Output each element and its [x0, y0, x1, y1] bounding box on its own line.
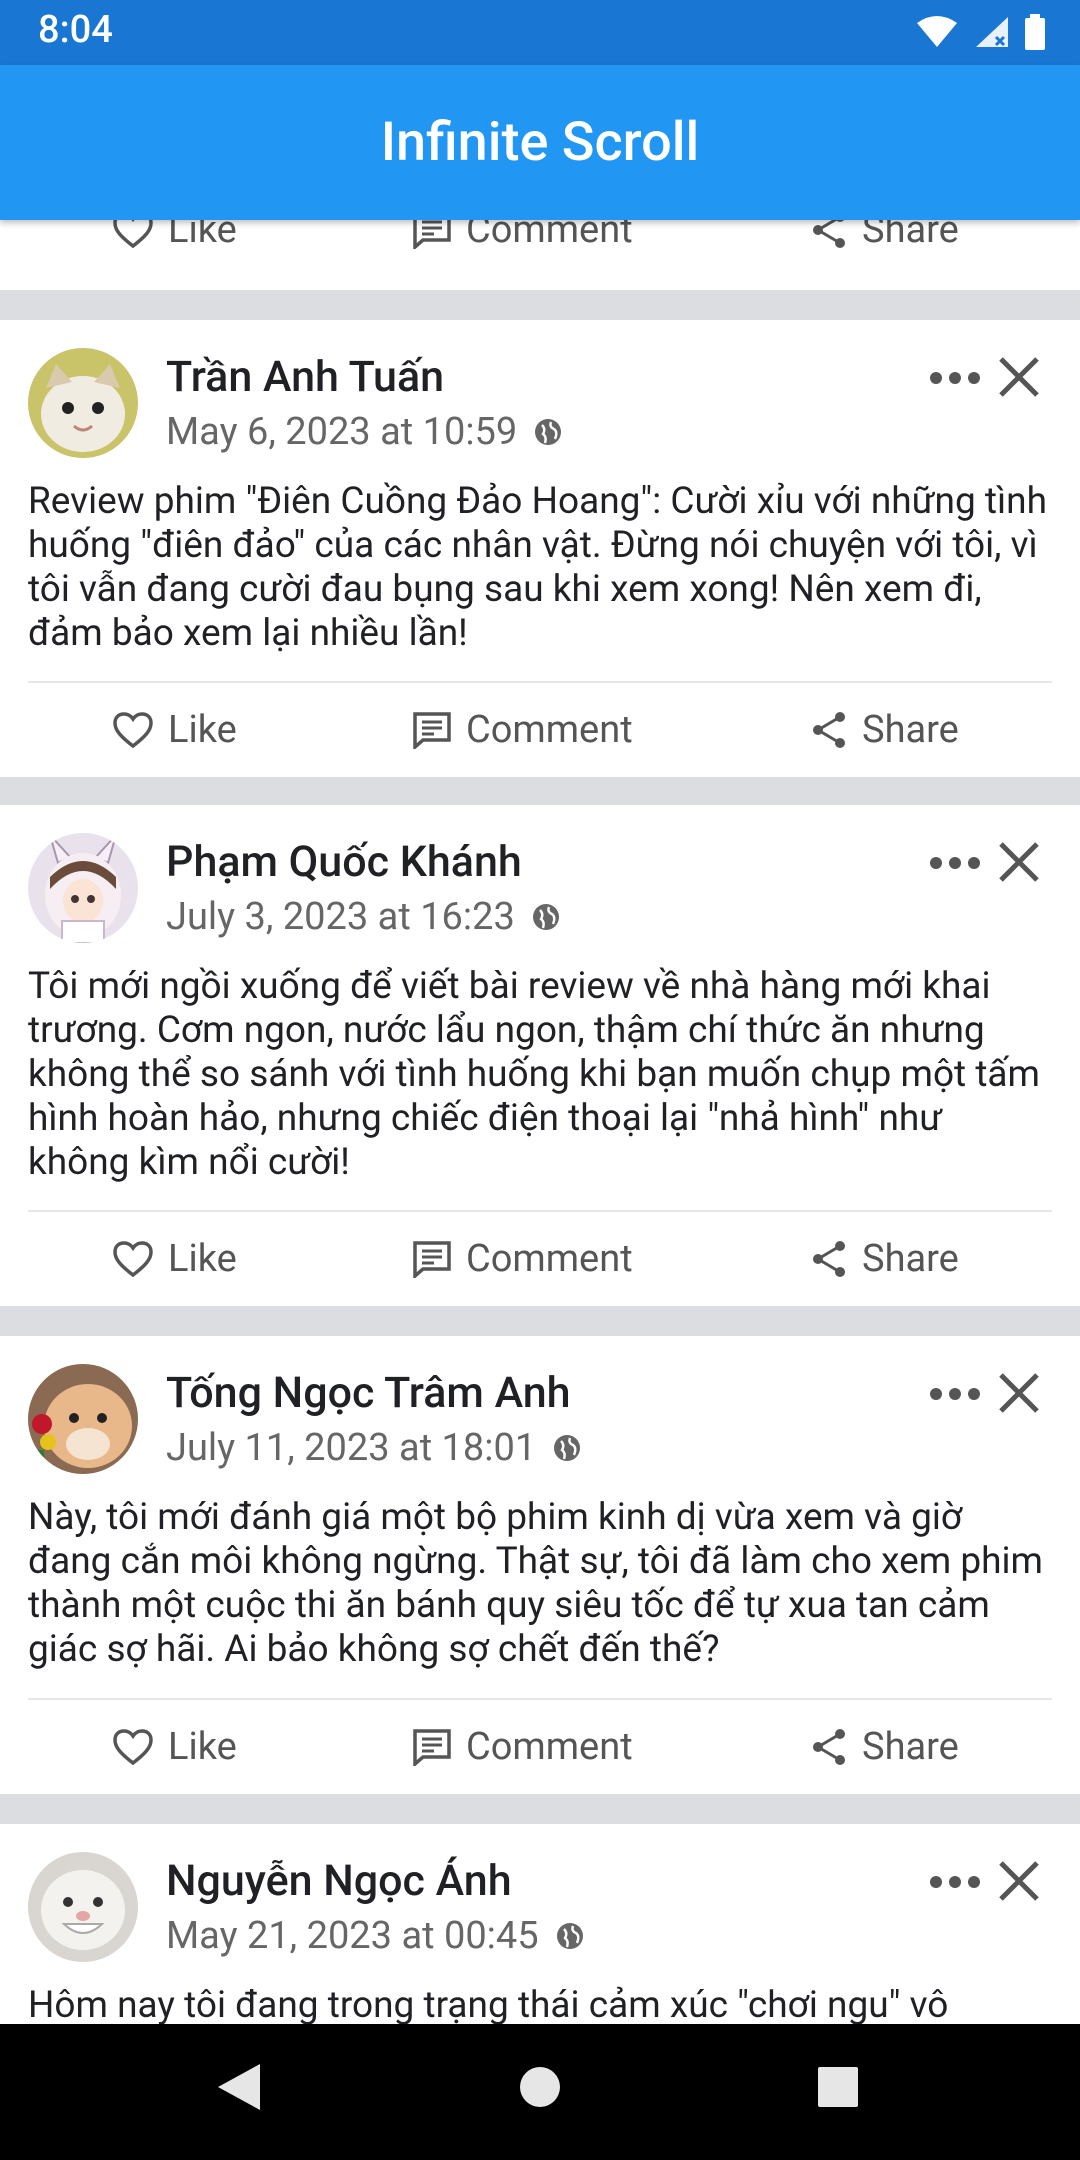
- comment-button[interactable]: Comment: [412, 220, 633, 278]
- avatar-image: [28, 1852, 138, 1962]
- close-icon[interactable]: [996, 354, 1042, 400]
- post-meta: July 3, 2023 at 16:23: [166, 895, 561, 939]
- post-author[interactable]: Nguyễn Ngọc Ánh: [166, 1856, 512, 1906]
- back-icon[interactable]: [216, 2062, 262, 2112]
- heart-icon: [113, 712, 153, 749]
- like-label: Like: [168, 708, 237, 752]
- comment-icon: [413, 1729, 451, 1766]
- more-options-icon[interactable]: [928, 1374, 982, 1414]
- post-author[interactable]: Tống Ngọc Trâm Anh: [166, 1368, 571, 1418]
- post-timestamp: May 6, 2023 at 10:59: [166, 410, 518, 454]
- share-icon: [813, 1729, 845, 1765]
- navigation-bar: [0, 2024, 1080, 2160]
- share-label: Share: [862, 708, 959, 752]
- heart-icon: [113, 1241, 153, 1278]
- share-button[interactable]: Share: [810, 1699, 959, 1795]
- post-card: Tống Ngọc Trâm Anh July 11, 2023 at 18:0…: [0, 1336, 1080, 1794]
- like-label: Like: [168, 220, 237, 252]
- comment-button[interactable]: Comment: [412, 682, 633, 778]
- post-actions: Like Comment Share: [0, 1699, 1080, 1795]
- comment-label: Comment: [466, 1237, 633, 1281]
- app-title: Infinite Scroll: [380, 111, 700, 174]
- post-content: Hôm nay tôi đang trong trạng thái cảm xú…: [28, 1984, 949, 2024]
- post-actions: Like Comment Share: [0, 682, 1080, 778]
- comment-button[interactable]: Comment: [412, 1211, 633, 1307]
- signal-icon: [976, 17, 1008, 47]
- post-card: Trần Anh Tuấn May 6, 2023 at 10:59 Revie…: [0, 320, 1080, 777]
- like-button[interactable]: Like: [112, 1699, 237, 1795]
- comment-label: Comment: [466, 708, 633, 752]
- globe-icon: [554, 1435, 581, 1461]
- comment-button[interactable]: Comment: [412, 1699, 633, 1795]
- post-header: Trần Anh Tuấn May 6, 2023 at 10:59: [0, 320, 1080, 460]
- avatar[interactable]: [28, 1364, 138, 1474]
- post-card: Phạm Quốc Khánh July 3, 2023 at 16:23 Tô…: [0, 805, 1080, 1306]
- app-bar: Infinite Scroll: [0, 65, 1080, 220]
- status-bar: 8:04: [0, 0, 1080, 65]
- post-card-partial: Like Comment Share: [0, 220, 1080, 290]
- comment-label: Comment: [466, 220, 633, 252]
- heart-icon: [113, 220, 153, 249]
- post-actions: Like Comment Share: [0, 1211, 1080, 1307]
- avatar[interactable]: [28, 833, 138, 943]
- post-timestamp: July 3, 2023 at 16:23: [166, 895, 515, 939]
- like-button[interactable]: Like: [112, 682, 237, 778]
- post-timestamp: May 21, 2023 at 00:45: [166, 1914, 539, 1958]
- share-label: Share: [862, 220, 959, 252]
- more-options-icon[interactable]: [928, 358, 982, 398]
- post-meta: May 6, 2023 at 10:59: [166, 410, 563, 454]
- more-options-icon[interactable]: [928, 843, 982, 883]
- globe-icon: [556, 1923, 583, 1949]
- close-icon[interactable]: [996, 1858, 1042, 1904]
- share-icon: [813, 1241, 845, 1277]
- close-icon[interactable]: [996, 1370, 1042, 1416]
- comment-label: Comment: [466, 1725, 633, 1769]
- post-content: Review phim "Điên Cuồng Đảo Hoang": Cười…: [28, 480, 1047, 655]
- comment-icon: [413, 1241, 451, 1278]
- share-button[interactable]: Share: [810, 220, 959, 278]
- post-author[interactable]: Phạm Quốc Khánh: [166, 837, 522, 887]
- post-meta: July 11, 2023 at 18:01: [166, 1426, 582, 1470]
- battery-icon: [1025, 14, 1045, 50]
- more-options-icon[interactable]: [928, 1862, 982, 1902]
- post-header: Phạm Quốc Khánh July 3, 2023 at 16:23: [0, 805, 1080, 945]
- avatar[interactable]: [28, 1852, 138, 1962]
- avatar-image: [28, 348, 138, 458]
- post-timestamp: July 11, 2023 at 18:01: [166, 1426, 537, 1470]
- share-icon: [813, 712, 845, 748]
- avatar[interactable]: [28, 348, 138, 458]
- comment-icon: [413, 220, 451, 249]
- like-label: Like: [168, 1237, 237, 1281]
- post-content: Tôi mới ngồi xuống để viết bài review về…: [28, 965, 1041, 1184]
- like-button[interactable]: Like: [112, 1211, 237, 1307]
- post-card: Nguyễn Ngọc Ánh May 21, 2023 at 00:45 Hô…: [0, 1824, 1080, 2024]
- post-author[interactable]: Trần Anh Tuấn: [166, 352, 444, 402]
- comment-icon: [413, 712, 451, 749]
- share-button[interactable]: Share: [810, 1211, 959, 1307]
- globe-icon: [535, 419, 562, 445]
- avatar-image: [28, 1364, 138, 1474]
- heart-icon: [113, 1729, 153, 1766]
- wifi-icon: [917, 16, 957, 47]
- share-button[interactable]: Share: [810, 682, 959, 778]
- status-icons: [916, 14, 1046, 50]
- globe-icon: [532, 904, 559, 930]
- like-label: Like: [168, 1725, 237, 1769]
- home-icon[interactable]: [518, 2062, 562, 2112]
- post-header: Tống Ngọc Trâm Anh July 11, 2023 at 18:0…: [0, 1336, 1080, 1476]
- status-time: 8:04: [38, 8, 113, 52]
- recents-icon[interactable]: [816, 2062, 860, 2112]
- share-icon: [813, 220, 845, 248]
- post-actions: Like Comment Share: [0, 220, 1080, 278]
- post-header: Nguyễn Ngọc Ánh May 21, 2023 at 00:45: [0, 1824, 1080, 1964]
- post-meta: May 21, 2023 at 00:45: [166, 1914, 585, 1958]
- share-label: Share: [862, 1237, 959, 1281]
- close-icon[interactable]: [996, 839, 1042, 885]
- post-feed[interactable]: Like Comment Share Trần Anh Tuấn May 6, …: [0, 220, 1080, 2024]
- like-button[interactable]: Like: [112, 220, 237, 278]
- post-content: Này, tôi mới đánh giá một bộ phim kinh d…: [28, 1496, 1043, 1671]
- avatar-image: [28, 833, 138, 943]
- share-label: Share: [862, 1725, 959, 1769]
